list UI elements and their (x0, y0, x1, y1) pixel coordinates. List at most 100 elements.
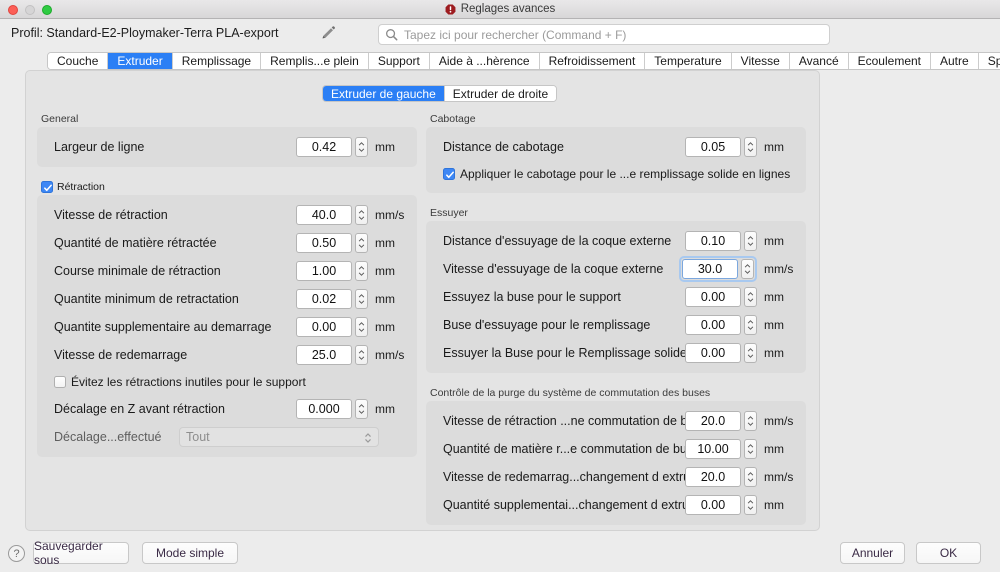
ok-button[interactable]: OK (916, 542, 981, 564)
course-minimale-de-retraction-stepper[interactable] (355, 260, 368, 281)
row-label: Vitesse d'essuyage de la coque externe (443, 261, 664, 276)
tab-avance[interactable]: Avancé (789, 53, 849, 69)
cancel-button[interactable]: Annuler (840, 542, 905, 564)
distance-de-cabotage-input[interactable] (685, 136, 741, 157)
vitesse-de-retraction-input[interactable] (296, 204, 352, 225)
vitesse-redemarrage-changement-extruder-input[interactable] (685, 466, 741, 487)
vitesse-essuyage-focus-ring (679, 255, 757, 282)
group-general: General Largeur de ligne mm (37, 113, 417, 167)
buse-essuyage-pour-remplissage-input[interactable] (685, 314, 741, 335)
decalage-effectue-label: Décalage...effectué (54, 429, 162, 444)
row-distance-essuyage-coque-externe: Distance d'essuyage de la coque externe … (436, 230, 796, 251)
row-essuyer-buse-remplissage-solide: Essuyer la Buse pour le Remplissage soli… (436, 342, 796, 363)
quantite-matiere-commutation-buse-input[interactable] (685, 438, 741, 459)
quantite-supplementaire-au-demarrage-stepper[interactable] (355, 316, 368, 337)
largeur-de-ligne-input[interactable] (296, 136, 352, 157)
distance-essuyage-coque-externe-stepper[interactable] (744, 230, 757, 251)
avoid-useless-retractions-row[interactable]: Évitez les rétractions inutiles pour le … (47, 372, 407, 391)
quantite-matiere-retractee-stepper[interactable] (355, 232, 368, 253)
row-label: Quantité de matière r...e commutation de… (443, 441, 685, 456)
tab-remplissage[interactable]: Remplissage (172, 53, 262, 69)
minimize-window-button[interactable] (25, 5, 35, 15)
row-label: Course minimale de rétraction (54, 263, 221, 278)
row-course-minimale-de-retraction: Course minimale de rétraction mm (47, 260, 407, 281)
group-essuyer: Essuyer Distance d'essuyage de la coque … (426, 207, 806, 373)
tab-autre[interactable]: Autre (931, 53, 979, 69)
group-purge-title: Contrôle de la purge du système de commu… (430, 387, 711, 399)
chevron-updown-icon (364, 432, 372, 447)
vitesse-essuyage-coque-externe-input[interactable] (682, 258, 738, 279)
tab-support[interactable]: Support (368, 53, 430, 69)
group-cabotage-title: Cabotage (430, 113, 476, 125)
decalage-en-z-avant-retraction-input[interactable] (296, 398, 352, 419)
search-input[interactable] (402, 26, 823, 43)
tab-temperature[interactable]: Temperature (645, 53, 732, 69)
window-title: Reglages avances (460, 3, 556, 15)
row-unit: mm/s (764, 413, 794, 428)
vitesse-de-redemarrage-stepper[interactable] (355, 344, 368, 365)
tab-aide-adherence[interactable]: Aide à ...hèrence (429, 53, 540, 69)
row-label: Quantite minimum de retractation (54, 291, 239, 306)
row-unit: mm/s (764, 469, 794, 484)
distance-de-cabotage-stepper[interactable] (744, 136, 757, 157)
row-unit: mm (764, 345, 784, 360)
simple-mode-button[interactable]: Mode simple (142, 542, 238, 564)
apply-coasting-row[interactable]: Appliquer le cabotage pour le ...e rempl… (436, 164, 796, 183)
row-decalage-effectue: Décalage...effectué Tout (47, 426, 407, 447)
quantite-minimum-de-retractation-input[interactable] (296, 288, 352, 309)
row-unit: mm (764, 139, 784, 154)
profile-label: Profil: Standard-E2-Ploymaker-Terra PLA-… (11, 26, 279, 40)
row-label: Quantité de matière rétractée (54, 235, 217, 250)
largeur-de-ligne-stepper[interactable] (355, 136, 368, 157)
vitesse-retraction-commutation-buse-input[interactable] (685, 410, 741, 431)
avoid-useless-retractions-checkbox[interactable] (54, 375, 66, 388)
essuyer-buse-remplissage-solide-input[interactable] (685, 342, 741, 363)
quantite-supplementaire-changement-extruder-stepper[interactable] (744, 494, 757, 515)
group-general-title: General (41, 113, 79, 125)
pencil-icon[interactable] (319, 24, 337, 42)
avoid-useless-retractions-label: Évitez les rétractions inutiles pour le … (71, 374, 306, 389)
course-minimale-de-retraction-input[interactable] (296, 260, 352, 281)
essuyez-la-buse-pour-le-support-input[interactable] (685, 286, 741, 307)
save-as-button[interactable]: Sauvegarder sous (33, 539, 129, 567)
essuyer-buse-remplissage-solide-stepper[interactable] (744, 342, 757, 363)
help-icon[interactable]: ? (8, 545, 25, 562)
tab-refroidissement[interactable]: Refroidissement (539, 53, 646, 69)
distance-essuyage-coque-externe-input[interactable] (685, 230, 741, 251)
zoom-window-button[interactable] (42, 5, 52, 15)
tab-ecoulement[interactable]: Ecoulement (848, 53, 931, 69)
subtab-extruder-gauche[interactable]: Extruder de gauche (323, 86, 445, 101)
tab-vitesse[interactable]: Vitesse (731, 53, 790, 69)
vitesse-essuyage-coque-externe-stepper[interactable] (741, 258, 754, 279)
search-box[interactable] (378, 24, 830, 45)
quantite-minimum-de-retractation-stepper[interactable] (355, 288, 368, 309)
row-unit: mm/s (764, 261, 794, 276)
vitesse-de-retraction-stepper[interactable] (355, 204, 368, 225)
row-unit: mm (375, 263, 395, 278)
subtab-extruder-droite[interactable]: Extruder de droite (444, 86, 557, 101)
quantite-matiere-commutation-buse-stepper[interactable] (744, 438, 757, 459)
buse-essuyage-pour-remplissage-stepper[interactable] (744, 314, 757, 335)
tab-remplissage-plein[interactable]: Remplis...e plein (261, 53, 369, 69)
row-unit: mm (764, 317, 784, 332)
group-retraction-header[interactable]: Rétraction (41, 181, 417, 193)
close-window-button[interactable] (8, 5, 18, 15)
row-quantite-minimum-de-retractation: Quantite minimum de retractation mm (47, 288, 407, 309)
tab-couche[interactable]: Couche (48, 53, 109, 69)
tab-special[interactable]: Special (978, 53, 1000, 69)
apply-coasting-checkbox[interactable] (443, 167, 455, 180)
row-label: Distance d'essuyage de la coque externe (443, 233, 672, 248)
retraction-checkbox[interactable] (41, 181, 53, 193)
vitesse-retraction-commutation-buse-stepper[interactable] (744, 410, 757, 431)
decalage-en-z-avant-retraction-stepper[interactable] (355, 398, 368, 419)
quantite-matiere-retractee-input[interactable] (296, 232, 352, 253)
quantite-supplementaire-changement-extruder-input[interactable] (685, 494, 741, 515)
vitesse-redemarrage-changement-extruder-stepper[interactable] (744, 466, 757, 487)
vitesse-de-redemarrage-input[interactable] (296, 344, 352, 365)
row-label: Essuyez la buse pour le support (443, 289, 621, 304)
essuyez-la-buse-pour-le-support-stepper[interactable] (744, 286, 757, 307)
tab-extruder[interactable]: Extruder (108, 53, 173, 69)
quantite-supplementaire-au-demarrage-input[interactable] (296, 316, 352, 337)
decalage-effectue-select[interactable]: Tout (179, 426, 379, 447)
group-cabotage: Cabotage Distance de cabotage mm (426, 113, 806, 193)
